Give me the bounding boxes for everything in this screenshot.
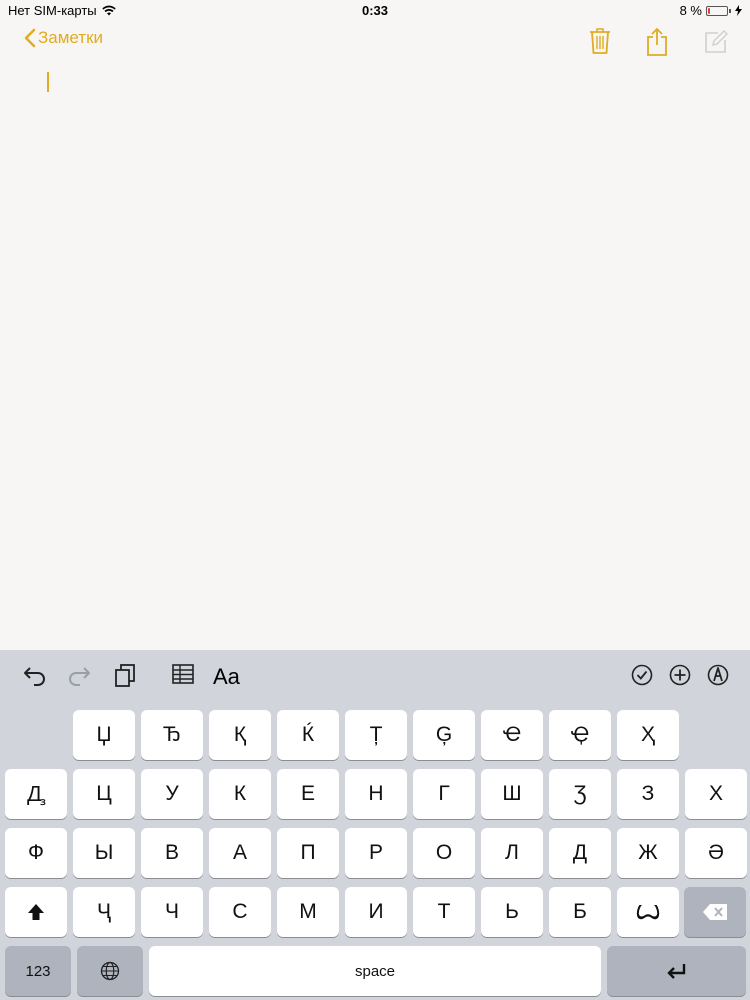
key-r3-1[interactable]: Ы [73,828,135,878]
key-r3-4[interactable]: П [277,828,339,878]
globe-icon [100,961,120,981]
key-r4-2[interactable]: С [209,887,271,937]
battery-percent: 8 % [679,3,702,18]
key-r2-5[interactable]: Н [345,769,407,819]
keyboard: Aa ЏЂҚЌȚĢҼҾҲ ꚈЦУКЕНГШƷЗХ ФЫВАПРОЛДЖӘ ҶЧС… [0,650,750,1000]
return-arrow-icon [666,964,685,979]
table-icon[interactable] [172,664,194,684]
numbers-key[interactable]: 123 [5,946,71,996]
key-r3-9[interactable]: Ж [617,828,679,878]
paste-icon[interactable] [114,664,136,688]
key-r2-10[interactable]: Х [685,769,747,819]
key-r4-4[interactable]: И [345,887,407,937]
undo-icon[interactable] [22,664,48,686]
return-key[interactable] [607,946,746,996]
key-r2-8[interactable]: Ʒ [549,769,611,819]
status-bar: Нет SIM-карты 0:33 8 % [0,0,750,22]
globe-key[interactable] [77,946,143,996]
key-r2-0[interactable]: Ꚉ [5,769,67,819]
chevron-left-icon [24,28,36,48]
key-r4-6[interactable]: Ь [481,887,543,937]
keyboard-toolbar: Aa [0,650,750,706]
key-r1-0[interactable]: Џ [73,710,135,760]
key-r3-2[interactable]: В [141,828,203,878]
format-button[interactable]: Aa [213,664,240,690]
key-r2-7[interactable]: Ш [481,769,543,819]
key-r3-6[interactable]: О [413,828,475,878]
wifi-icon [101,5,116,16]
space-key[interactable]: space [149,946,601,996]
keyboard-row-4: ҶЧСМИТЬБꙌ [0,887,750,937]
key-r3-10[interactable]: Ә [685,828,747,878]
keyboard-row-5: 123 space [0,946,750,996]
key-r3-0[interactable]: Ф [5,828,67,878]
markup-pen-icon[interactable] [707,664,729,686]
key-r4-3[interactable]: М [277,887,339,937]
delete-key[interactable] [684,887,746,937]
add-circle-icon[interactable] [669,664,691,686]
key-r4-0[interactable]: Ҷ [73,887,135,937]
key-r3-5[interactable]: Р [345,828,407,878]
key-r1-5[interactable]: Ģ [413,710,475,760]
key-r1-4[interactable]: Ț [345,710,407,760]
compose-icon[interactable] [704,30,728,54]
redo-icon[interactable] [66,664,92,686]
shift-key[interactable] [5,887,67,937]
key-r1-3[interactable]: Ќ [277,710,339,760]
key-r1-6[interactable]: Ҽ [481,710,543,760]
key-r3-3[interactable]: А [209,828,271,878]
key-r1-2[interactable]: Қ [209,710,271,760]
battery-indicator: 8 % [680,3,742,18]
key-r2-9[interactable]: З [617,769,679,819]
carrier-info: Нет SIM-карты [8,3,116,18]
keyboard-row-3: ФЫВАПРОЛДЖӘ [0,828,750,878]
key-r2-3[interactable]: К [209,769,271,819]
shift-arrow-icon [28,904,44,920]
key-r4-1[interactable]: Ч [141,887,203,937]
key-r4-7[interactable]: Б [549,887,611,937]
key-r1-8[interactable]: Ҳ [617,710,679,760]
keyboard-row-1: ЏЂҚЌȚĢҼҾҲ [0,710,750,760]
key-r2-1[interactable]: Ц [73,769,135,819]
back-button[interactable]: Заметки [24,28,103,48]
key-r4-5[interactable]: Т [413,887,475,937]
key-r2-6[interactable]: Г [413,769,475,819]
carrier-label: Нет SIM-карты [8,3,97,18]
key-r3-8[interactable]: Д [549,828,611,878]
backspace-icon [703,904,727,920]
trash-icon[interactable] [589,27,611,55]
battery-icon [706,5,728,16]
key-r3-7[interactable]: Л [481,828,543,878]
note-editor[interactable] [0,62,750,650]
key-r2-2[interactable]: У [141,769,203,819]
share-icon[interactable] [646,27,668,57]
checklist-icon[interactable] [631,664,653,686]
nav-bar: Заметки [0,22,750,62]
key-r1-1[interactable]: Ђ [141,710,203,760]
charging-bolt-icon [735,5,742,16]
key-r4-8[interactable]: Ꙍ [617,887,679,937]
back-label: Заметки [38,28,104,47]
key-r1-7[interactable]: Ҿ [549,710,611,760]
key-r2-4[interactable]: Е [277,769,339,819]
keyboard-row-2: ꚈЦУКЕНГШƷЗХ [0,769,750,819]
